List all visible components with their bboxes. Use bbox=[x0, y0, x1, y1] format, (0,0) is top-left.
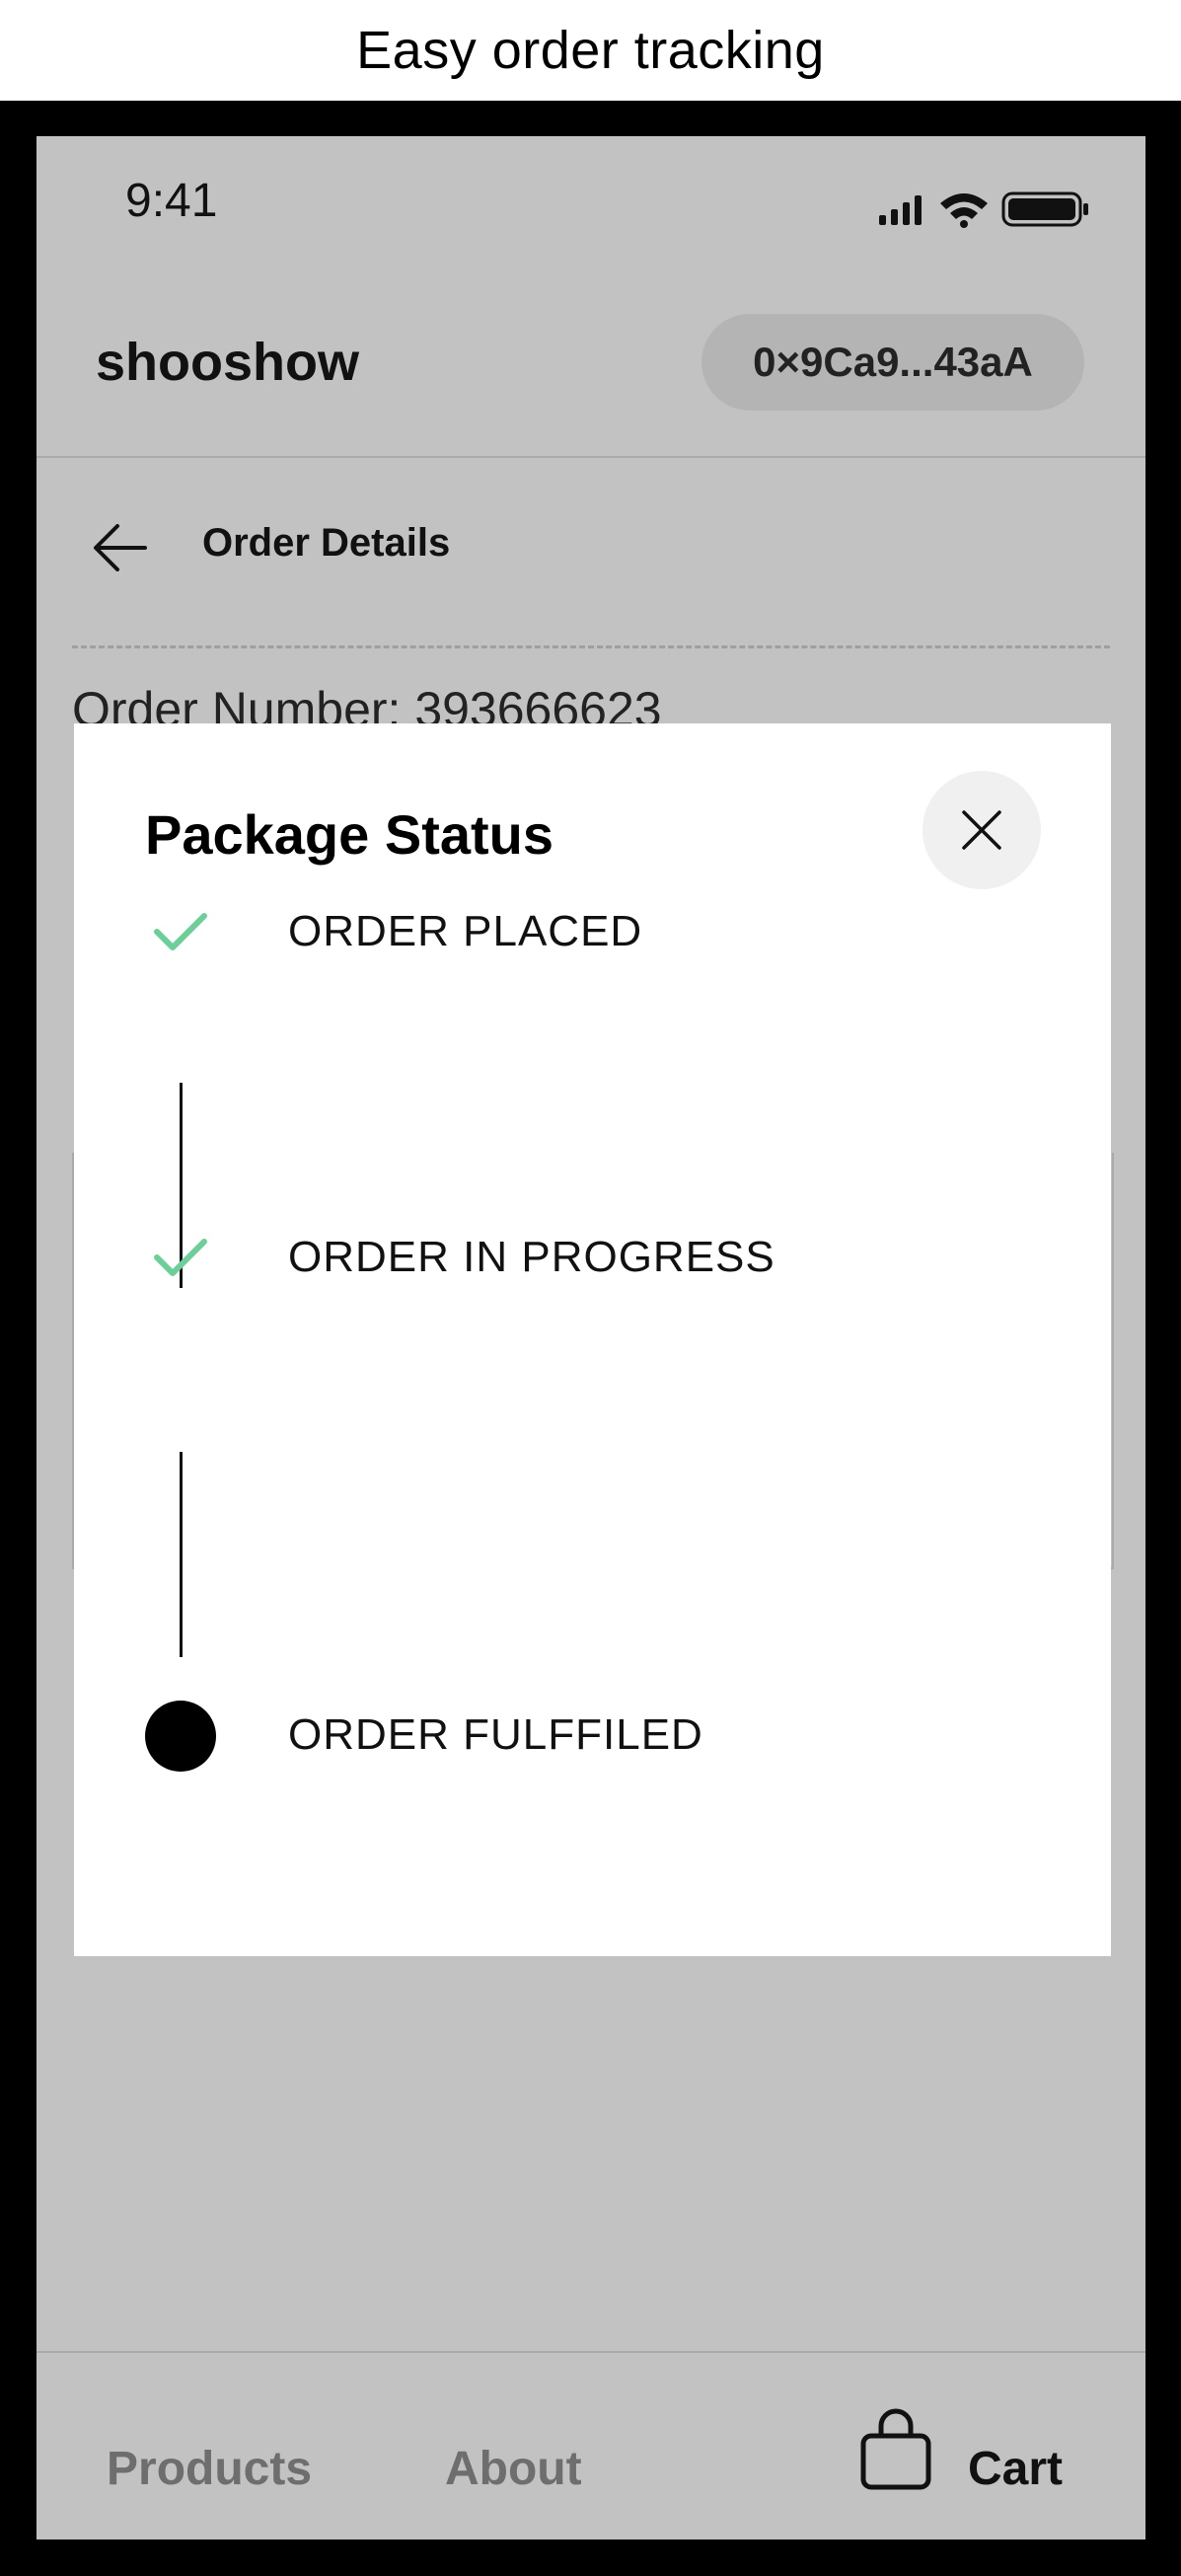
wifi-icon bbox=[940, 193, 988, 228]
step-label-order-fulfilled: ORDER FULFFILED bbox=[288, 1710, 703, 1759]
screenshot-caption: Easy order tracking bbox=[356, 21, 825, 80]
step-1-check-icon bbox=[145, 896, 216, 967]
close-icon bbox=[962, 810, 1001, 850]
step-connector-2 bbox=[180, 1452, 183, 1657]
current-step-dot-icon bbox=[145, 1701, 216, 1772]
page-title: Order Details bbox=[202, 521, 451, 565]
brand-logo[interactable]: shooshow bbox=[96, 332, 359, 393]
modal-title: Package Status bbox=[145, 803, 554, 866]
close-button[interactable] bbox=[923, 771, 1041, 889]
package-status-modal: Package Status ORDER PLACED ORDER IN PRO… bbox=[74, 723, 1111, 1956]
step-2-check-icon bbox=[145, 1222, 216, 1293]
back-arrow-icon[interactable] bbox=[86, 513, 155, 582]
status-time: 9:41 bbox=[125, 175, 218, 227]
bottom-nav-divider bbox=[37, 2351, 1145, 2353]
step-label-order-in-progress: ORDER IN PROGRESS bbox=[288, 1233, 775, 1281]
battery-icon bbox=[1001, 191, 1088, 227]
shopping-bag-icon[interactable] bbox=[859, 2408, 932, 2491]
step-label-order-placed: ORDER PLACED bbox=[288, 907, 643, 955]
app-screen: 9:41 shooshow 0×9Ca9...43aA Order Detail… bbox=[37, 136, 1145, 2539]
header-divider bbox=[37, 456, 1145, 458]
wallet-address-button[interactable]: 0×9Ca9...43aA bbox=[701, 314, 1084, 411]
dashed-divider bbox=[72, 645, 1110, 648]
status-icons bbox=[879, 191, 1088, 228]
nav-products[interactable]: Products bbox=[107, 2442, 312, 2496]
nav-cart[interactable]: Cart bbox=[968, 2442, 1063, 2496]
signal-icon bbox=[879, 195, 922, 225]
nav-about[interactable]: About bbox=[445, 2442, 582, 2496]
